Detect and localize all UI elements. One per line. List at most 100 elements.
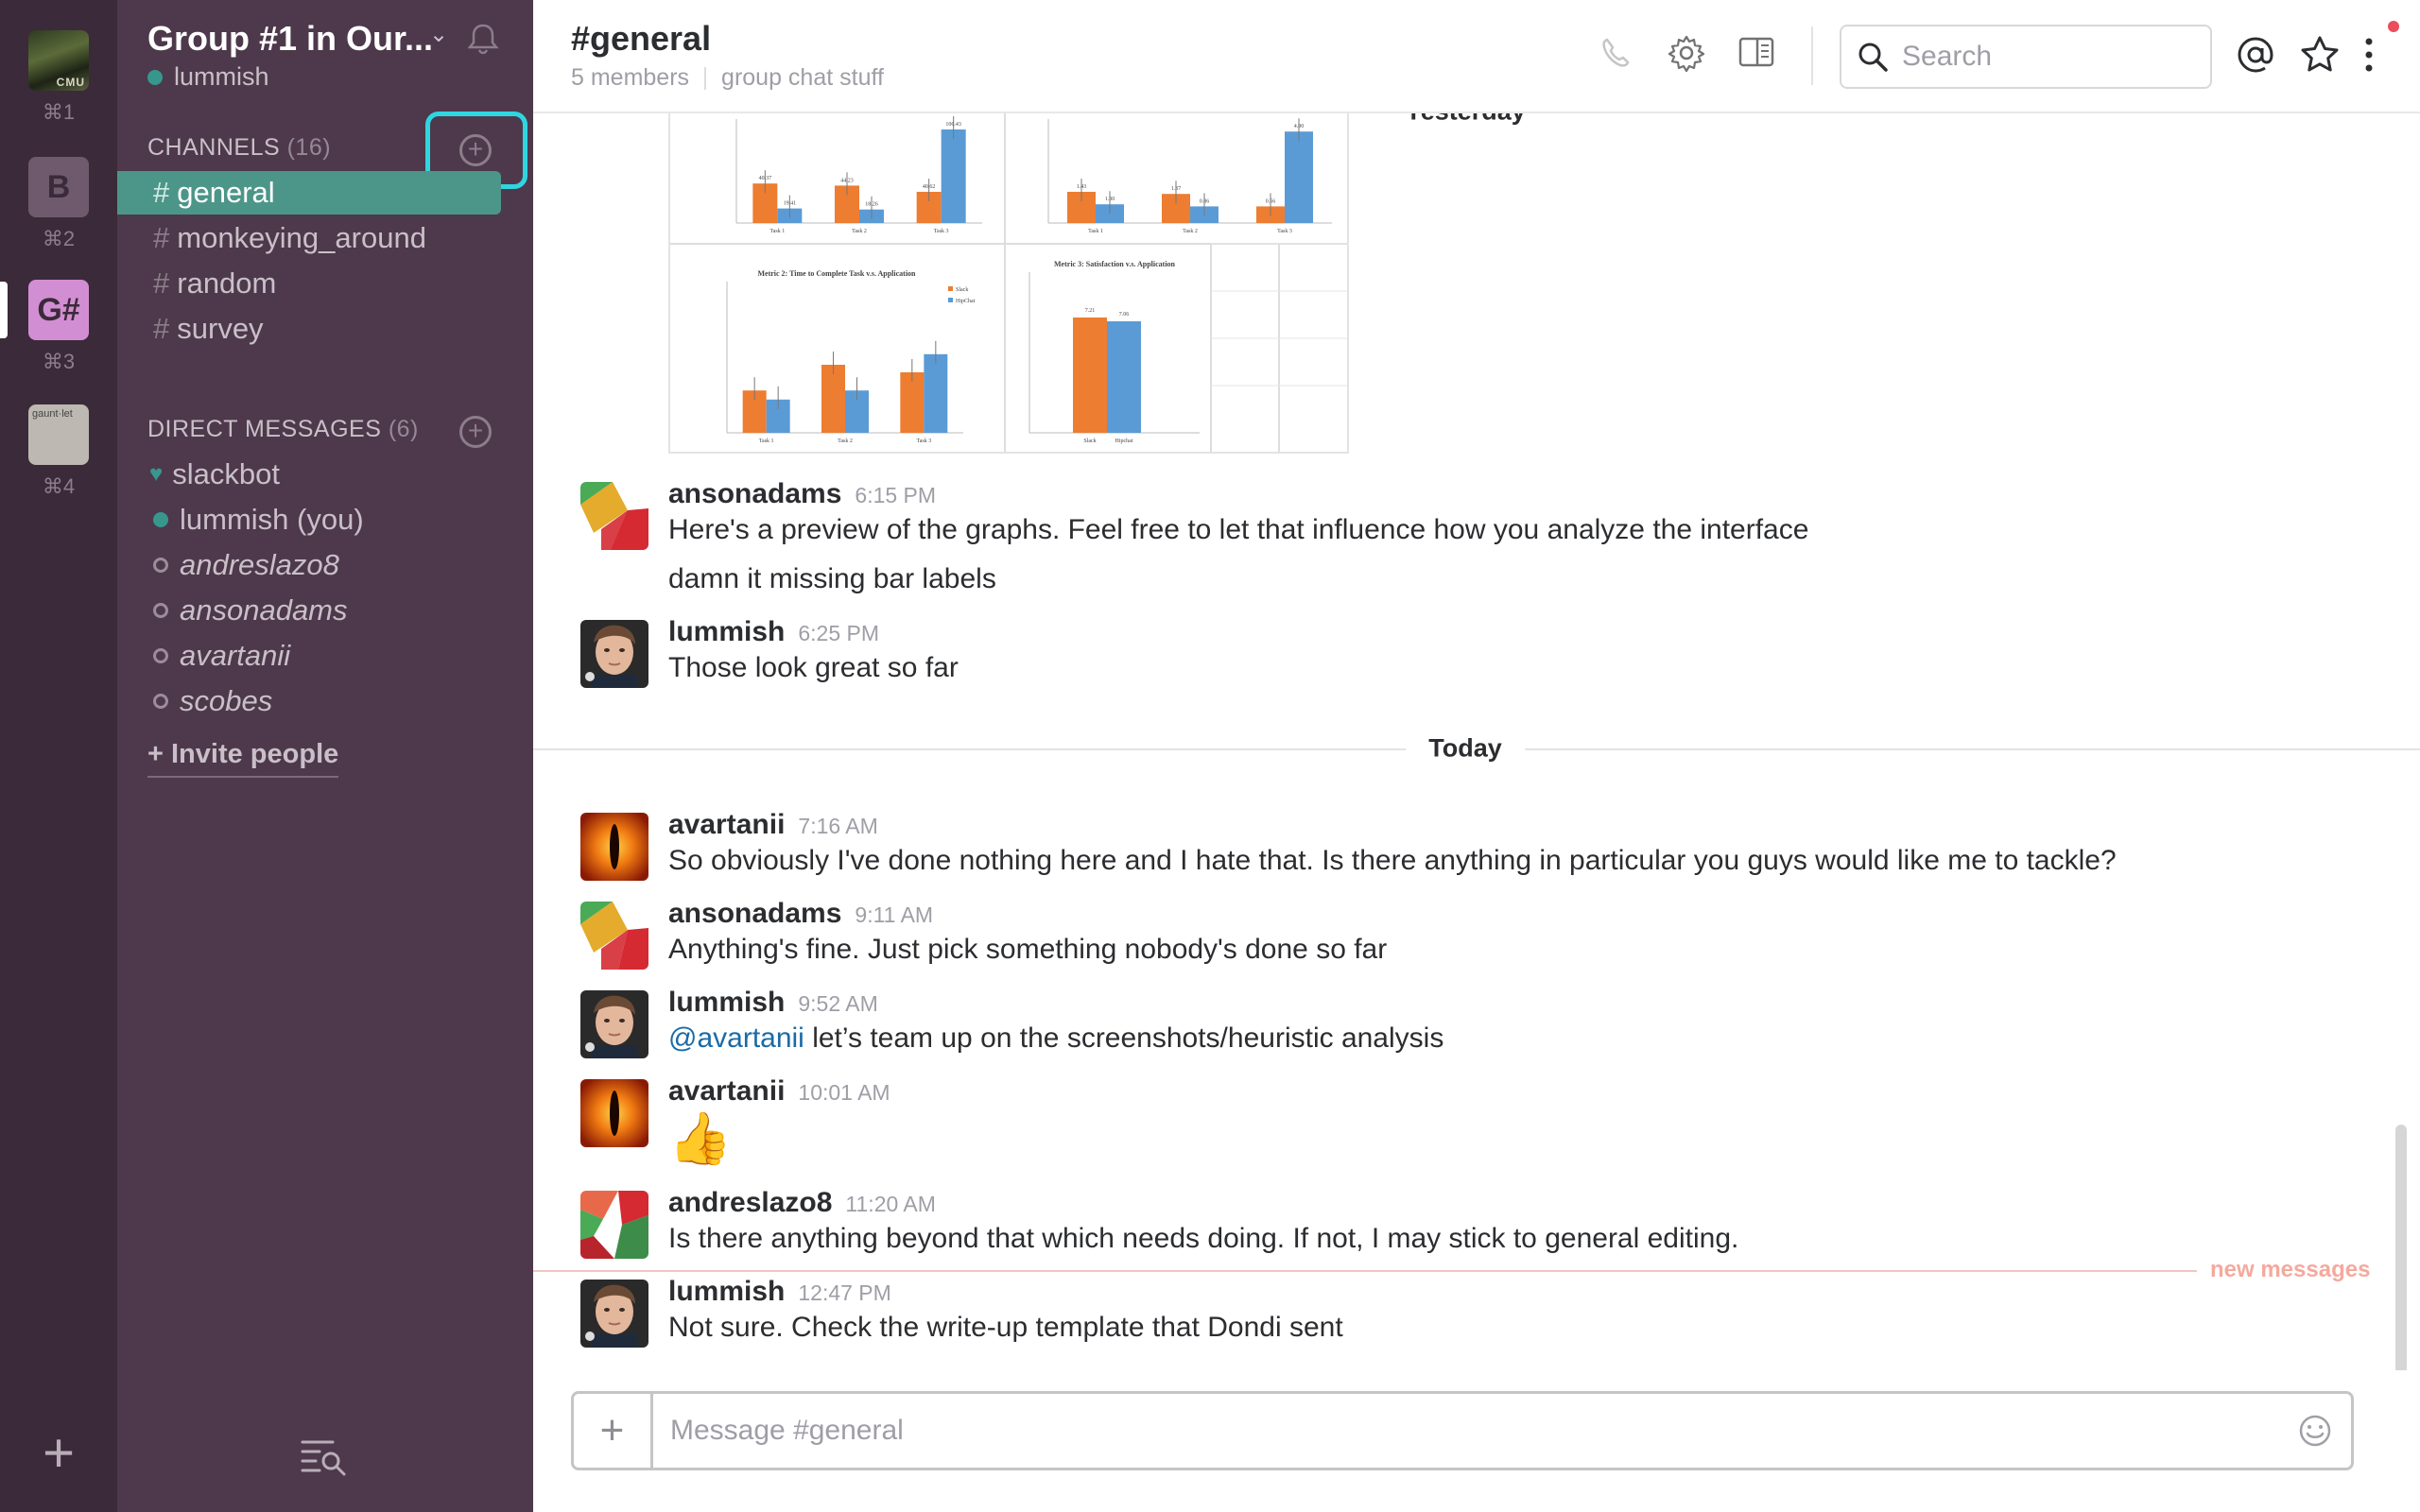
emoji-picker-icon[interactable] xyxy=(2296,1412,2334,1450)
channels-header-label: CHANNELS xyxy=(147,134,281,161)
search-input[interactable] xyxy=(1902,41,2186,73)
message-author[interactable]: avartanii 10:01 AM xyxy=(668,1075,890,1108)
channel-name: monkeying_around xyxy=(177,221,426,254)
search-box[interactable] xyxy=(1840,25,2212,89)
avatar-image xyxy=(580,902,648,970)
message-timestamp[interactable]: 6:15 PM xyxy=(855,483,936,507)
invite-people-link[interactable]: + Invite people xyxy=(147,739,339,778)
bar-slack xyxy=(821,365,845,433)
tick-label: Task 1 xyxy=(769,229,785,234)
dm-item-slackbot[interactable]: ♥ slackbot xyxy=(117,453,501,496)
gear-icon[interactable] xyxy=(1666,32,1707,74)
channel-item-monkeying-around[interactable]: # monkeying_around xyxy=(117,216,501,260)
member-count[interactable]: 5 members xyxy=(571,64,689,92)
mentions-icon[interactable] xyxy=(2235,34,2276,76)
team-3[interactable]: G# ⌘3 xyxy=(0,280,117,374)
message-author[interactable]: ansonadams 9:11 AM xyxy=(668,898,933,930)
team-3-logo: G# xyxy=(28,280,89,340)
channel-item-survey[interactable]: # survey xyxy=(117,307,501,351)
chevron-down-icon[interactable]: ⌄ xyxy=(429,21,448,48)
bar-hipchat xyxy=(1285,131,1313,223)
channel-item-general[interactable]: # general xyxy=(117,171,501,215)
team-2[interactable]: B ⌘2 xyxy=(0,157,117,251)
message-timestamp[interactable]: 6:25 PM xyxy=(798,621,879,645)
data-label: 106.43 xyxy=(945,122,961,128)
message-timestamp[interactable]: 7:16 AM xyxy=(798,814,877,838)
star-icon[interactable] xyxy=(2299,34,2341,76)
team-4-logo: gaunt·let xyxy=(28,404,89,465)
author-name: avartanii xyxy=(668,809,786,840)
hash-icon: # xyxy=(153,221,170,254)
more-options-icon[interactable] xyxy=(2358,34,2380,76)
data-label: 40.37 xyxy=(759,176,772,181)
team-switcher: CMU ⌘1 B ⌘2 G# ⌘3 gaunt·let ⌘4 + xyxy=(0,0,117,1512)
data-label: 19.41 xyxy=(784,201,797,207)
attach-button[interactable]: + xyxy=(574,1394,653,1468)
message-timestamp[interactable]: 9:11 AM xyxy=(855,902,933,927)
avatar-image xyxy=(580,990,648,1058)
phone-icon[interactable] xyxy=(1596,32,1637,74)
team-2-logo: B xyxy=(28,157,89,217)
channel-title[interactable]: #general xyxy=(571,19,711,59)
message-text: damn it missing bar labels xyxy=(668,563,996,594)
avatar-lummish[interactable] xyxy=(580,990,648,1058)
team-name[interactable]: Group #1 in Our... xyxy=(147,19,433,59)
tick-label: Task 1 xyxy=(759,438,774,444)
graph-preview-svg: 40.37 19.41 Task 1 44.23 18.26 Task 2 40.62 106… xyxy=(670,113,1347,452)
message-timestamp[interactable]: 12:47 PM xyxy=(798,1280,890,1305)
user-mention-link[interactable]: @avartanii xyxy=(668,1022,804,1054)
team-1-logo-text: CMU xyxy=(56,76,85,89)
dm-item-scobes[interactable]: scobes xyxy=(117,679,501,723)
avatar-avartanii[interactable] xyxy=(580,1079,648,1147)
dm-item-lummish[interactable]: lummish (you) xyxy=(117,498,501,541)
direct-messages-header[interactable]: DIRECT MESSAGES (6) xyxy=(147,416,419,443)
day-divider-today: Today xyxy=(533,733,2420,764)
avatar-ansonadams[interactable] xyxy=(580,482,648,550)
channels-header[interactable]: CHANNELS (16) xyxy=(147,134,331,162)
dm-item-avartanii[interactable]: avartanii xyxy=(117,634,501,678)
bell-icon[interactable] xyxy=(465,21,501,57)
tick-label: Slack xyxy=(1083,438,1096,444)
quick-switcher-icon[interactable] xyxy=(299,1435,348,1476)
channel-topic[interactable]: group chat stuff xyxy=(721,64,884,92)
graph-preview-image[interactable]: 40.37 19.41 Task 1 44.23 18.26 Task 2 40.62 106… xyxy=(668,113,1349,454)
day-label-today: Today xyxy=(1406,733,1525,764)
message-text: Those look great so far xyxy=(668,652,959,683)
author-name: andreslazo8 xyxy=(668,1187,833,1218)
author-name: lummish xyxy=(668,987,786,1018)
channel-name: survey xyxy=(177,312,264,345)
message-author[interactable]: avartanii 7:16 AM xyxy=(668,809,878,841)
team-1[interactable]: CMU ⌘1 xyxy=(0,30,117,125)
message-author[interactable]: lummish 6:25 PM xyxy=(668,616,879,648)
team-2-shortcut: ⌘2 xyxy=(42,227,76,250)
channel-name: general xyxy=(177,176,275,209)
bar-slack xyxy=(1073,318,1107,433)
channels-count: (16) xyxy=(286,134,332,161)
message-scrollbar[interactable] xyxy=(2395,1125,2407,1370)
message-input[interactable] xyxy=(670,1415,2296,1447)
message-author[interactable]: ansonadams 6:15 PM xyxy=(668,478,936,510)
message-timestamp[interactable]: 9:52 AM xyxy=(798,991,877,1016)
add-dm-icon[interactable]: + xyxy=(459,416,492,448)
online-status-icon xyxy=(147,69,163,85)
team-4[interactable]: gaunt·let ⌘4 xyxy=(0,404,117,499)
message-author[interactable]: lummish 9:52 AM xyxy=(668,987,878,1019)
channel-item-random[interactable]: # random xyxy=(117,262,501,305)
avatar-andreslazo8[interactable] xyxy=(580,1191,648,1259)
avatar-ansonadams[interactable] xyxy=(580,902,648,970)
avatar-lummish[interactable] xyxy=(580,1280,648,1348)
avatar-avartanii[interactable] xyxy=(580,813,648,881)
dm-item-ansonadams[interactable]: ansonadams xyxy=(117,589,501,632)
current-user-status[interactable]: lummish xyxy=(147,62,269,92)
avatar-lummish[interactable] xyxy=(580,620,648,688)
message-timestamp[interactable]: 11:20 AM xyxy=(845,1192,935,1216)
details-panel-icon[interactable] xyxy=(1736,32,1777,74)
meta-separator xyxy=(704,66,707,90)
thumbs-up-emoji[interactable]: 👍 xyxy=(668,1113,732,1164)
message-author[interactable]: andreslazo8 11:20 AM xyxy=(668,1187,936,1219)
message-timestamp[interactable]: 10:01 AM xyxy=(798,1080,890,1105)
dm-item-andreslazo8[interactable]: andreslazo8 xyxy=(117,543,501,587)
message-author[interactable]: lummish 12:47 PM xyxy=(668,1276,891,1308)
team-3-shortcut: ⌘3 xyxy=(42,350,76,373)
add-team-button[interactable]: + xyxy=(36,1426,81,1481)
